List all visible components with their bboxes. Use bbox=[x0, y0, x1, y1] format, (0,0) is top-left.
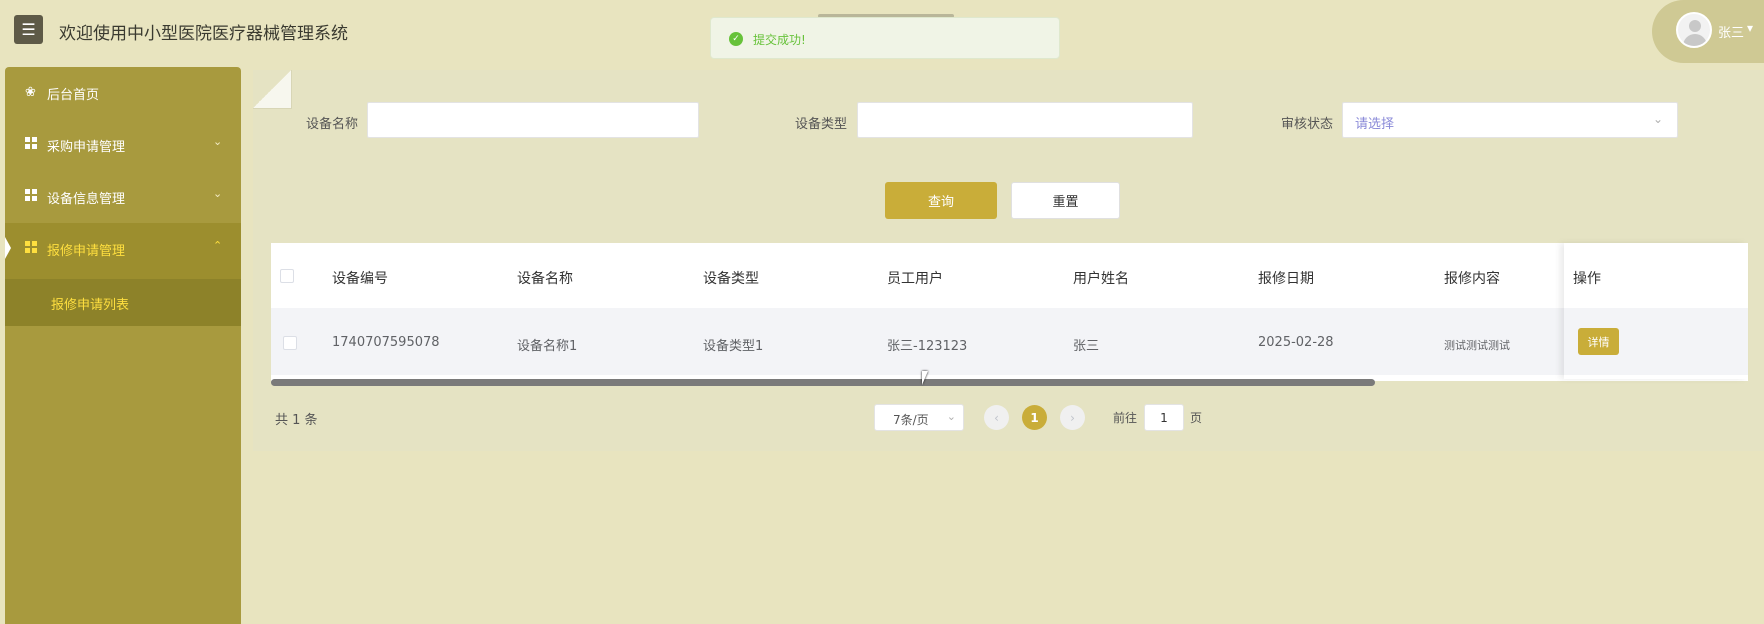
total-count: 共 1 条 bbox=[275, 413, 318, 428]
mouse-cursor-icon bbox=[922, 371, 934, 385]
select-all-checkbox[interactable] bbox=[280, 269, 294, 283]
user-name[interactable]: 张三 bbox=[1718, 22, 1744, 41]
cell-device-name: 设备名称1 bbox=[517, 339, 578, 354]
chevron-down-icon: ⌄ bbox=[1652, 112, 1663, 126]
device-type-input[interactable] bbox=[857, 102, 1193, 138]
grid-icon bbox=[25, 137, 38, 154]
column-header[interactable]: 报修内容 bbox=[1444, 268, 1500, 288]
page-fold-icon bbox=[253, 70, 292, 109]
action-cell: 详情 bbox=[1564, 308, 1748, 375]
device-name-label: 设备名称 bbox=[306, 117, 359, 132]
sidebar-item-label: 报修申请管理 bbox=[47, 244, 126, 259]
action-header: 操作 bbox=[1564, 243, 1748, 308]
page-number-current[interactable]: 1 bbox=[1022, 405, 1047, 430]
hamburger-icon[interactable]: ☰ bbox=[14, 15, 43, 44]
cell-repair-date: 2025-02-28 bbox=[1258, 335, 1334, 350]
table-header: 设备编号 设备名称 设备类型 员工用户 用户姓名 报修日期 报修内容 bbox=[271, 243, 1748, 308]
active-marker bbox=[5, 237, 11, 259]
column-header[interactable]: 设备类型 bbox=[703, 268, 759, 288]
column-header[interactable]: 设备编号 bbox=[332, 268, 388, 288]
chevron-down-icon[interactable]: ▾ bbox=[1747, 21, 1753, 35]
sidebar-item-label: 采购申请管理 bbox=[47, 140, 126, 155]
chevron-left-icon[interactable]: ‹ bbox=[984, 405, 1009, 430]
toast-message: 提交成功! bbox=[753, 33, 806, 47]
audit-status-label: 审核状态 bbox=[1281, 117, 1334, 132]
success-toast: ✓ 提交成功! bbox=[710, 17, 1060, 59]
chevron-down-icon: ⌄ bbox=[213, 135, 223, 148]
sidebar-item-device-info[interactable]: 设备信息管理 ⌄ bbox=[5, 171, 241, 223]
app-title: 欢迎使用中小型医院医疗器械管理系统 bbox=[59, 24, 348, 44]
horizontal-scrollbar[interactable] bbox=[271, 379, 1375, 386]
sidebar-item-label: 后台首页 bbox=[47, 88, 100, 103]
column-header[interactable]: 用户姓名 bbox=[1073, 268, 1129, 288]
sidebar: ❀ 后台首页 采购申请管理 ⌄ 设备信息管理 ⌄ 报修申请管理 ⌃ 报修申请列表 bbox=[5, 67, 241, 624]
audit-status-select[interactable]: 请选择 ⌄ bbox=[1342, 102, 1678, 138]
sidebar-item-purchase[interactable]: 采购申请管理 ⌄ bbox=[5, 119, 241, 171]
audit-status-placeholder: 请选择 bbox=[1355, 117, 1395, 132]
avatar[interactable] bbox=[1676, 12, 1712, 48]
cell-employee: 张三-123123 bbox=[887, 339, 968, 354]
goto-label: 前往 bbox=[1113, 411, 1138, 425]
goto-page-input[interactable] bbox=[1144, 404, 1184, 431]
reset-button[interactable]: 重置 bbox=[1011, 182, 1120, 219]
row-checkbox[interactable] bbox=[283, 336, 297, 350]
column-header[interactable]: 员工用户 bbox=[887, 268, 943, 288]
sidebar-item-label: 设备信息管理 bbox=[47, 192, 126, 207]
sidebar-item-repair[interactable]: 报修申请管理 ⌃ bbox=[5, 223, 241, 279]
table-row[interactable]: 1740707595078 设备名称1 设备类型1 张三-123123 张三 2… bbox=[271, 308, 1748, 375]
query-button[interactable]: 查询 bbox=[885, 182, 997, 219]
device-name-input[interactable] bbox=[367, 102, 699, 138]
home-icon: ❀ bbox=[25, 85, 36, 100]
cell-device-type: 设备类型1 bbox=[703, 339, 764, 354]
grid-icon bbox=[25, 241, 38, 258]
page-size-value: 7条/页 bbox=[893, 413, 929, 427]
chevron-up-icon: ⌃ bbox=[213, 239, 223, 252]
column-header[interactable]: 报修日期 bbox=[1258, 268, 1314, 288]
device-type-label: 设备类型 bbox=[795, 117, 848, 132]
goto-suffix: 页 bbox=[1190, 411, 1203, 425]
sidebar-subitem-repair-list[interactable]: 报修申请列表 bbox=[5, 279, 241, 326]
detail-button[interactable]: 详情 bbox=[1578, 328, 1619, 355]
chevron-down-icon: ⌄ bbox=[946, 410, 956, 423]
cell-repair-content: 测试测试测试 bbox=[1444, 339, 1510, 352]
column-header[interactable]: 设备名称 bbox=[517, 268, 573, 288]
cell-user-name: 张三 bbox=[1073, 339, 1100, 354]
check-circle-icon: ✓ bbox=[729, 32, 743, 46]
chevron-right-icon[interactable]: › bbox=[1060, 405, 1085, 430]
chevron-down-icon: ⌄ bbox=[213, 187, 223, 200]
action-column: 操作 详情 bbox=[1564, 243, 1748, 379]
page-size-select[interactable]: 7条/页 ⌄ bbox=[874, 404, 964, 431]
sidebar-item-home[interactable]: ❀ 后台首页 bbox=[5, 67, 241, 119]
column-header: 操作 bbox=[1573, 271, 1601, 287]
sidebar-subitem-label: 报修申请列表 bbox=[51, 298, 130, 313]
cell-device-code: 1740707595078 bbox=[332, 335, 440, 350]
grid-icon bbox=[25, 189, 38, 206]
data-table: 设备编号 设备名称 设备类型 员工用户 用户姓名 报修日期 报修内容 17407… bbox=[271, 243, 1748, 381]
